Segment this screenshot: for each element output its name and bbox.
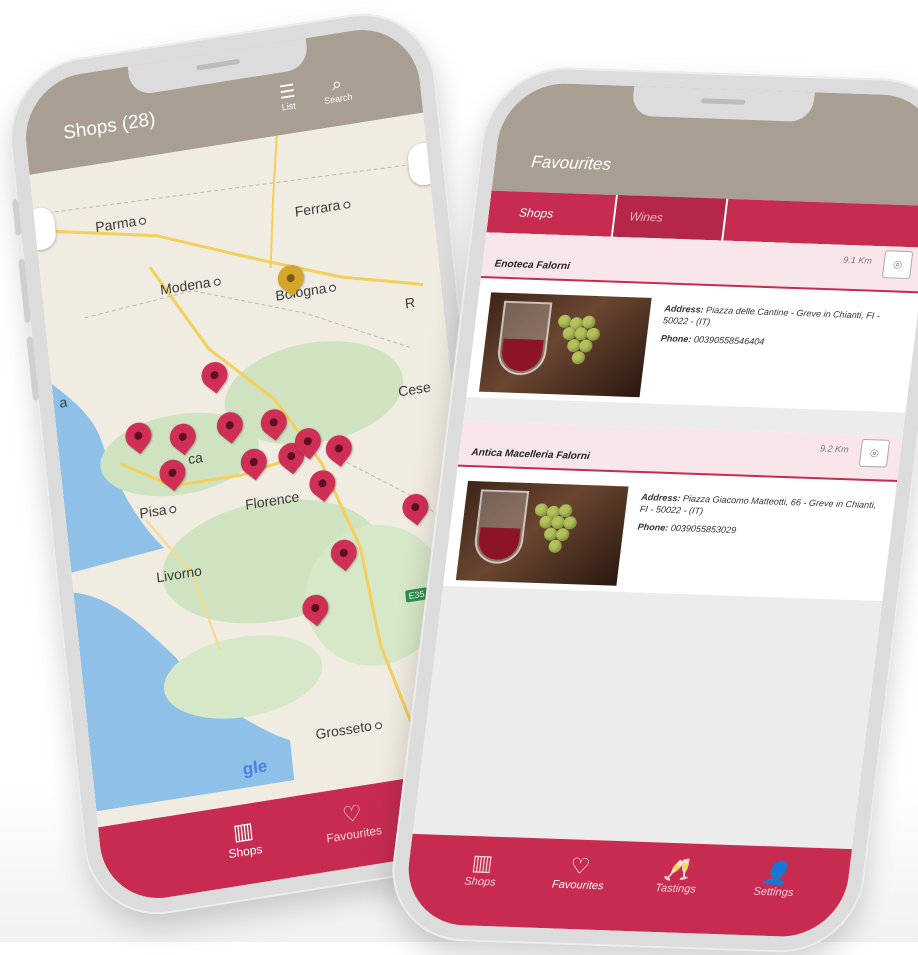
favourite-card-body: Address: Piazza Giacomo Matteotti, 66 - … [443,467,897,601]
shop-name: Enoteca Falorni [493,258,571,273]
shop-phone[interactable]: 00390558546404 [693,334,765,346]
address-label: Address: [663,303,705,315]
search-button[interactable]: ⌕ Search [311,70,364,108]
favourites-screen: Favourites Shops Wines Enoteca Falorni 9… [401,81,918,939]
tab-shops[interactable]: Shops [502,191,618,237]
nav-shops[interactable]: ▥ Shops [439,835,520,927]
shop-image [455,480,629,586]
page-title: Favourites [530,152,613,174]
tab-wines[interactable]: Wines [612,195,729,241]
shop-details: Address: Piazza Giacomo Matteotti, 66 - … [637,491,883,541]
favourite-card-body: Address: Piazza delle Cantine - Greve in… [466,278,918,412]
nav-tastings-label: Tastings [654,882,697,896]
phone-right: Favourites Shops Wines Enoteca Falorni 9… [383,65,918,955]
favourite-card[interactable]: Antica Macelleria Falorni 9.2 Km ⌾ Addre… [443,420,903,602]
page-title: Shops (28) [62,108,157,145]
phone-label: Phone: [637,521,669,533]
list-button[interactable]: ☰ List [261,78,314,116]
shop-distance: 9.2 Km [819,443,850,455]
google-attribution: gle [241,756,269,779]
phone-label: Phone: [660,333,693,345]
map-city-label: ca [187,448,204,468]
nav-favourites[interactable]: ♡ Favourites [537,839,618,931]
nav-favourites[interactable]: ♡ Favourites [310,781,397,873]
location-pin-icon[interactable]: ⌾ [858,438,891,468]
heart-icon: ♡ [568,853,592,879]
map-city-label: R [404,293,416,312]
map-control-right[interactable] [406,140,441,188]
shop-details: Address: Piazza delle Cantine - Greve in… [660,302,906,352]
nav-tastings[interactable]: 🥂 Tastings [635,842,716,934]
person-icon: 👤 [760,860,792,886]
wine-glasses-icon: 🥂 [662,856,694,883]
nav-settings-label: Settings [752,885,795,899]
map-city-label: a [58,393,69,411]
phone-volume-down [26,336,40,401]
nav-shops[interactable]: ▥ Shops [201,799,288,891]
nav-favourites-label: Favourites [551,878,605,893]
map-icon: ▥ [470,849,495,876]
favourite-card[interactable]: Enoteca Falorni 9.1 Km ⌾ Address: Piazza… [466,232,918,413]
phone-mute-switch [12,199,22,236]
bottom-nav: ▥ Shops ♡ Favourites 🥂 Tastings 👤 Settin… [401,833,852,939]
shop-image [478,292,652,398]
shop-distance: 9.1 Km [842,254,873,266]
phone-volume-up [18,258,31,324]
location-pin-icon[interactable]: ⌾ [881,250,914,280]
favourites-list: Enoteca Falorni 9.1 Km ⌾ Address: Piazza… [412,232,918,850]
phone-notch [630,86,815,123]
address-label: Address: [640,491,682,504]
nav-settings[interactable]: 👤 Settings [733,845,814,937]
shop-phone[interactable]: 0039055853029 [670,523,737,535]
shop-name: Antica Macelleria Falorni [470,447,591,463]
nav-shops-label: Shops [463,875,497,889]
